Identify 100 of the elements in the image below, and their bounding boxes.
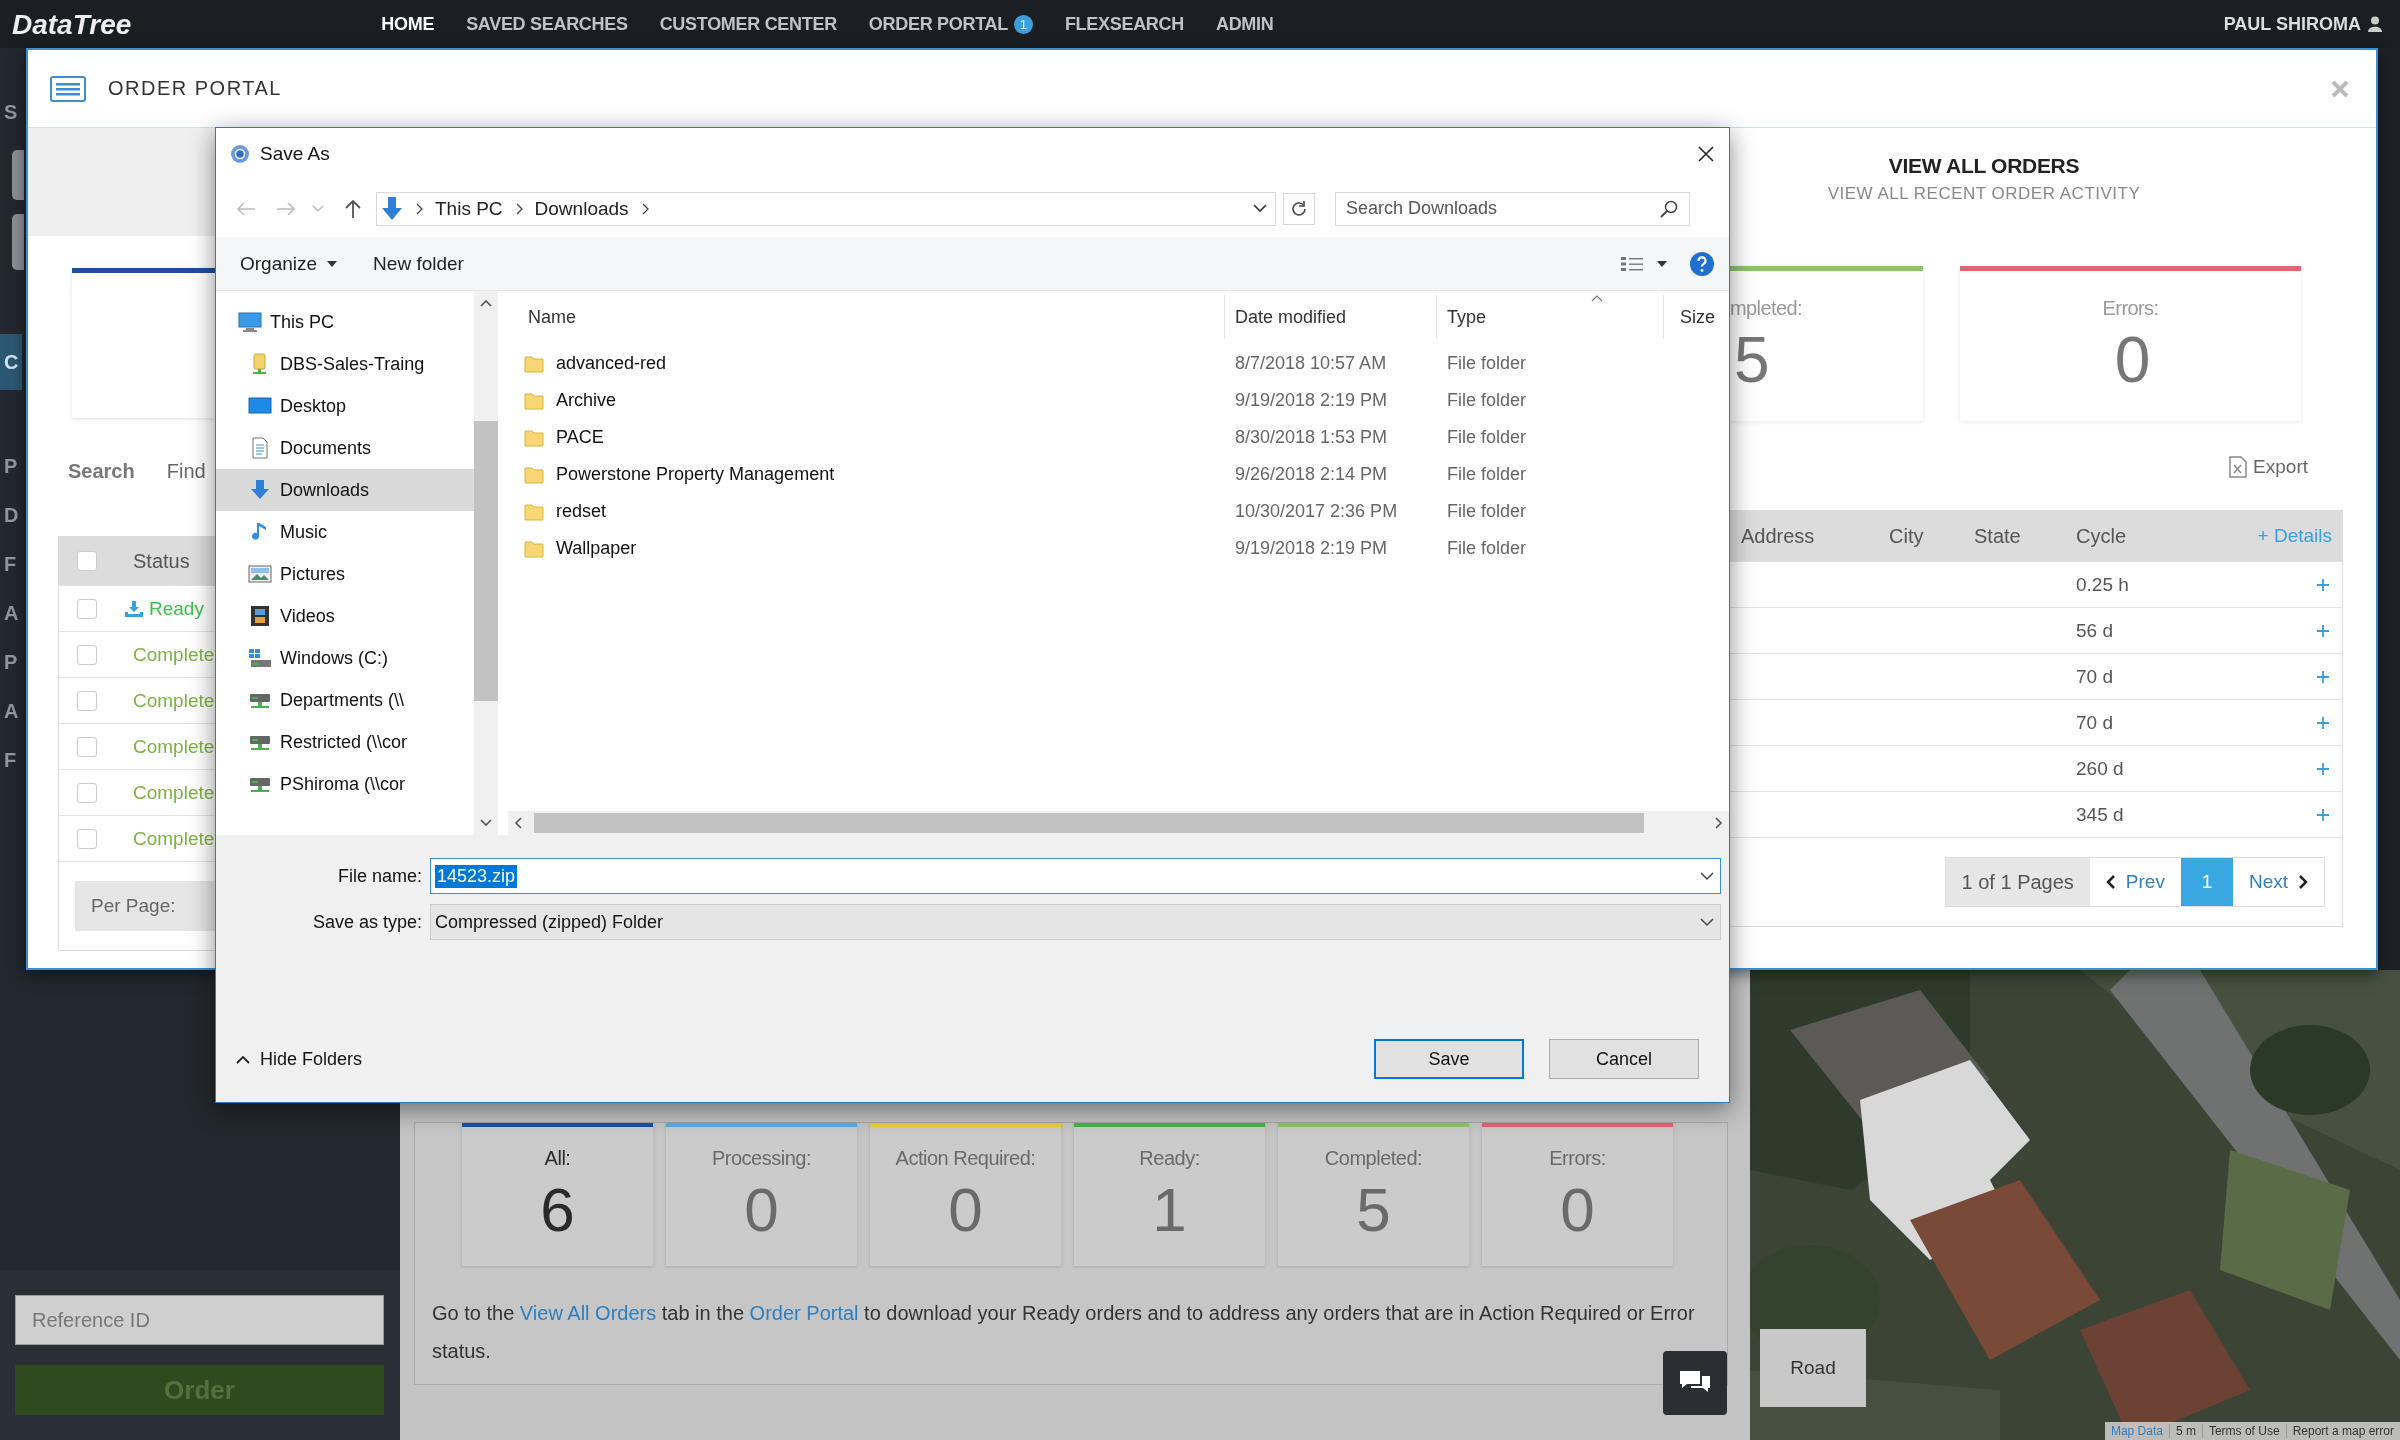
export-link[interactable]: Export <box>2229 456 2308 478</box>
row-checkbox[interactable] <box>77 644 97 665</box>
caret-icon[interactable] <box>1700 917 1714 927</box>
plus-icon[interactable] <box>2316 715 2330 730</box>
folder-tree-item[interactable]: PShiroma (\\cor <box>216 763 474 805</box>
scrollbar-thumb[interactable] <box>534 813 1644 833</box>
plus-icon[interactable] <box>2316 577 2330 592</box>
forward-arrow-icon[interactable] <box>276 200 296 217</box>
folder-tree-item[interactable]: Videos <box>216 595 474 637</box>
sidebar-button[interactable] <box>12 214 24 270</box>
cancel-button[interactable]: Cancel <box>1549 1039 1699 1079</box>
search-field[interactable]: Search Downloads <box>1335 191 1690 226</box>
sidebar-item[interactable]: F <box>0 736 22 785</box>
map-attribution[interactable]: Terms of Use <box>2201 1424 2286 1438</box>
download-icon[interactable] <box>125 600 143 617</box>
scroll-down-icon[interactable] <box>480 819 492 827</box>
map-attribution[interactable]: Report a map error <box>2285 1424 2400 1438</box>
select-all-checkbox[interactable] <box>77 551 97 571</box>
file-item[interactable]: Wallpaper <box>508 530 637 567</box>
view-icon[interactable] <box>1621 255 1643 272</box>
file-item[interactable]: Archive <box>508 382 617 419</box>
file-item[interactable]: PACE <box>508 419 604 456</box>
back-arrow-icon[interactable] <box>236 200 256 217</box>
breadcrumb[interactable]: This PC <box>435 197 503 220</box>
save-type-dropdown[interactable]: Compressed (zipped) Folder <box>430 904 1721 940</box>
folder-tree-item[interactable]: Restricted (\\cor <box>216 721 474 763</box>
plus-icon[interactable] <box>2316 807 2330 822</box>
address-bar[interactable]: This PC Downloads <box>376 191 1276 226</box>
sidebar-item[interactable]: P <box>0 442 22 491</box>
status-card[interactable]: All: 6 <box>462 1123 653 1266</box>
file-name-field[interactable]: 14523.zip <box>430 858 1721 894</box>
chevron-icon[interactable] <box>640 202 649 215</box>
dropdown-icon[interactable] <box>1253 204 1267 213</box>
plus-icon[interactable] <box>2316 669 2330 684</box>
plus-icon[interactable] <box>2316 761 2330 776</box>
scroll-left-icon[interactable] <box>514 817 522 829</box>
organize-menu[interactable]: Organize <box>232 246 346 281</box>
nav-link[interactable]: HOME <box>381 13 435 35</box>
column-header[interactable]: City <box>1878 524 1963 548</box>
row-checkbox[interactable] <box>77 598 97 619</box>
file-item[interactable]: advanced-red <box>508 345 667 382</box>
sidebar-item[interactable]: D <box>0 491 22 540</box>
folder-tree-item[interactable]: DBS-Sales-Traing <box>216 343 474 385</box>
map-type-button[interactable]: Road <box>1760 1329 1866 1407</box>
column-header[interactable]: Date modified <box>1225 295 1437 339</box>
nav-link[interactable]: SAVED SEARCHES <box>466 13 628 35</box>
folder-tree-item[interactable]: Pictures <box>216 553 474 595</box>
reference-id-field[interactable]: Reference ID <box>15 1295 384 1345</box>
sidebar-item[interactable]: P <box>0 638 22 687</box>
caret-icon[interactable] <box>1700 871 1714 881</box>
save-button[interactable]: Save <box>1374 1039 1524 1079</box>
chevron-icon[interactable] <box>514 202 523 215</box>
up-arrow-icon[interactable] <box>344 198 362 219</box>
logo[interactable]: DataTree <box>12 8 132 42</box>
refresh-icon[interactable] <box>1283 192 1315 225</box>
scrollbar-thumb[interactable] <box>474 421 498 701</box>
column-header[interactable]: Type <box>1437 295 1664 339</box>
file-item[interactable]: Powerstone Property Management <box>508 456 835 493</box>
scroll-right-icon[interactable] <box>1715 817 1723 829</box>
chat-button[interactable] <box>1663 1351 1727 1415</box>
file-item[interactable]: redset <box>508 493 607 530</box>
row-checkbox[interactable] <box>77 782 97 803</box>
person-icon[interactable] <box>2368 16 2382 32</box>
sidebar-button[interactable] <box>12 150 24 200</box>
column-header[interactable]: Cycle <box>2065 524 2215 548</box>
column-header[interactable]: Name <box>508 295 1225 339</box>
sidebar-item[interactable]: A <box>0 687 22 736</box>
hide-folders-button[interactable]: Hide Folders <box>230 1047 369 1071</box>
nav-link[interactable]: ADMIN <box>1215 13 1274 35</box>
column-header[interactable]: Address <box>1730 524 1878 548</box>
user-name[interactable]: PAUL SHIROMA <box>2223 13 2361 35</box>
folder-tree-item[interactable]: Documents <box>216 427 474 469</box>
stat-card[interactable]: Errors: 0 <box>1960 266 2301 421</box>
nav-link[interactable]: ORDER PORTAL <box>868 13 1008 35</box>
folder-tree-item[interactable]: Desktop <box>216 385 474 427</box>
sidebar-item[interactable]: C <box>0 334 22 390</box>
nav-link[interactable]: FLEXSEARCH <box>1064 13 1184 35</box>
help-icon[interactable] <box>1689 250 1715 277</box>
sidebar-item[interactable]: F <box>0 540 22 589</box>
folder-tree-item[interactable]: Downloads <box>216 469 474 511</box>
column-header[interactable]: Status <box>133 549 190 573</box>
sidebar-item[interactable]: S <box>0 96 22 128</box>
folder-tree-item[interactable]: Music <box>216 511 474 553</box>
folder-tree-item[interactable]: Windows (C:) <box>216 637 474 679</box>
sidebar-item[interactable]: A <box>0 589 22 638</box>
row-checkbox[interactable] <box>77 828 97 849</box>
new-folder-button[interactable]: New folder <box>365 246 472 281</box>
close-icon[interactable] <box>1697 145 1715 163</box>
folder-tree-item[interactable]: Departments (\\ <box>216 679 474 721</box>
scroll-up-icon[interactable] <box>480 299 492 307</box>
row-checkbox[interactable] <box>77 736 97 757</box>
chevron-icon[interactable] <box>415 202 423 215</box>
folder-tree-item[interactable]: This PC <box>216 301 474 343</box>
column-header[interactable]: Size <box>1664 295 1729 339</box>
plus-icon[interactable] <box>2316 623 2330 638</box>
row-checkbox[interactable] <box>77 690 97 711</box>
nav-link[interactable]: CUSTOMER CENTER <box>659 13 837 35</box>
breadcrumb[interactable]: Downloads <box>534 197 629 220</box>
column-header[interactable]: State <box>1963 524 2065 548</box>
caret-icon[interactable] <box>1657 260 1667 267</box>
